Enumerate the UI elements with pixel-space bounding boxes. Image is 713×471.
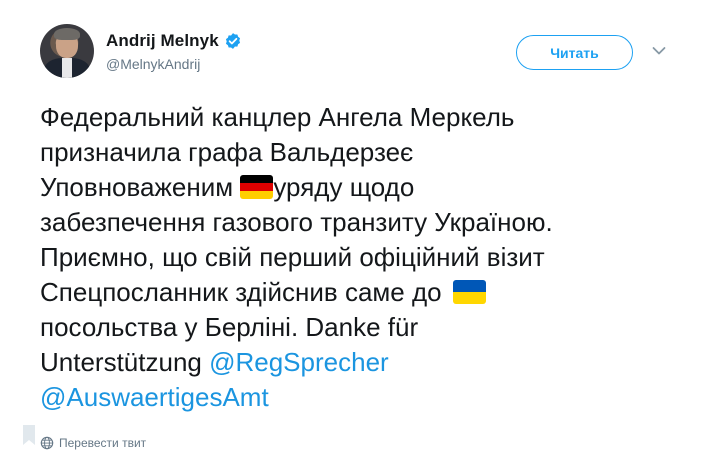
tweet-line: Уповноваженим уряду щодо (40, 170, 680, 205)
avatar-shirt (62, 58, 72, 78)
mention-link[interactable]: @RegSprecher (209, 347, 389, 377)
german-flag-icon (240, 175, 274, 199)
display-name[interactable]: Andrij Melnyk (106, 31, 219, 51)
mention-link[interactable]: @AuswaertigesAmt (40, 382, 269, 412)
tweet-card: Andrij Melnyk @MelnykAndrij Читать Федер… (0, 0, 713, 471)
author-names: Andrij Melnyk @MelnykAndrij (106, 30, 242, 72)
tweet-line-part: Unterstützung (40, 347, 210, 377)
tweet-line: призначила графа Вальдерзеє (40, 137, 414, 167)
chevron-down-icon[interactable] (652, 46, 666, 56)
globe-icon (40, 436, 54, 450)
tweet-line-part: уряду щодо (273, 172, 415, 202)
avatar[interactable] (40, 24, 94, 78)
ukrainian-flag-icon (452, 280, 486, 304)
bookmark-icon[interactable] (22, 424, 36, 446)
display-name-row: Andrij Melnyk (106, 30, 242, 52)
verified-badge-icon (225, 33, 240, 49)
tweet-header: Andrij Melnyk @MelnykAndrij Читать (40, 24, 680, 86)
translate-tweet-link[interactable]: Перевести твит (40, 436, 146, 450)
follow-button[interactable]: Читать (516, 35, 633, 70)
tweet-line: Приємно, що свій перший офіційний візит (40, 242, 545, 272)
tweet-line: посольства у Берліні. Danke für (40, 312, 419, 342)
translate-label: Перевести твит (59, 436, 147, 450)
tweet-line-part: Уповноваженим (40, 172, 241, 202)
avatar-hair (54, 28, 80, 40)
tweet-line: Федеральний канцлер Ангела Меркель (40, 102, 515, 132)
tweet-line: Unterstützung @RegSprecher (40, 345, 680, 380)
tweet-line: @AuswaertigesAmt (40, 380, 680, 415)
tweet-line: Спецпосланник здійснив саме до (40, 275, 680, 310)
tweet-line-part: Спецпосланник здійснив саме до (40, 277, 442, 307)
author-handle[interactable]: @MelnykAndrij (106, 56, 242, 72)
tweet-line: забезпечення газового транзиту Україною. (40, 207, 553, 237)
tweet-text: Федеральний канцлер Ангела Меркель призн… (40, 100, 680, 415)
